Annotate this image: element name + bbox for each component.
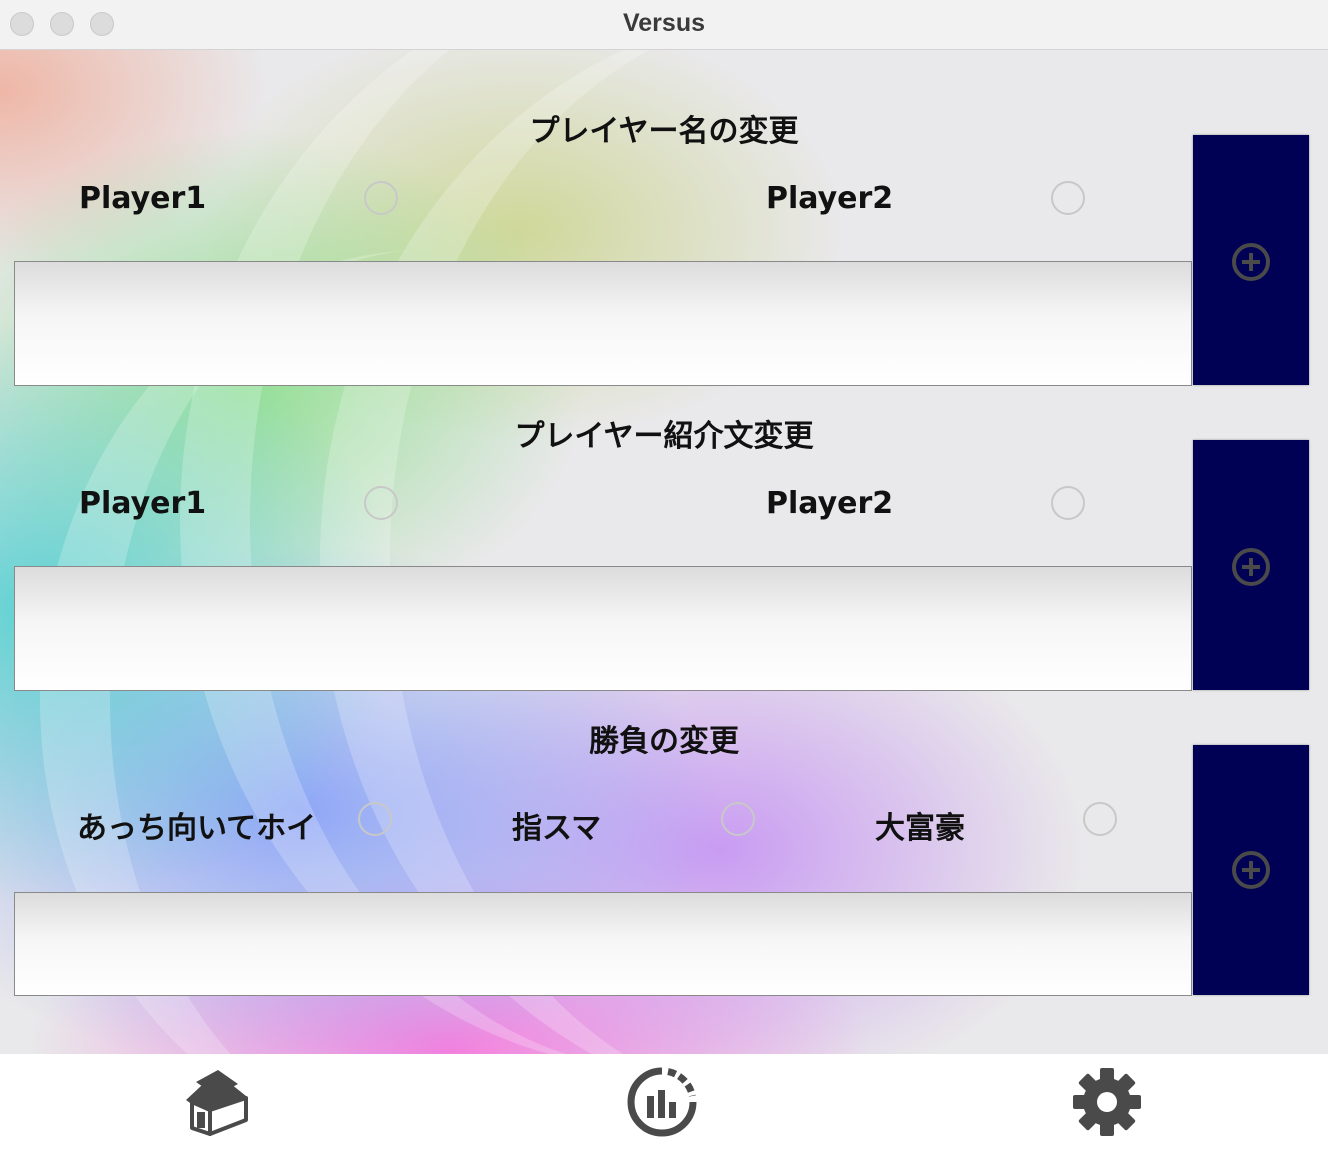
tab-stats[interactable]	[626, 1066, 698, 1142]
section-heading-player-name: プレイヤー名の変更	[529, 114, 799, 149]
player-name-input[interactable]	[14, 261, 1192, 386]
radio-yubisuma[interactable]	[721, 802, 755, 836]
window-titlebar: Versus	[0, 0, 1328, 50]
option-label-player1: Player1	[79, 181, 207, 216]
section-heading-game: 勝負の変更	[589, 724, 739, 759]
tab-home[interactable]	[180, 1066, 252, 1142]
option-label-acchimuite-hoi: あっち向いてホイ	[77, 811, 317, 846]
player-intro-input[interactable]	[14, 566, 1192, 691]
add-game-button[interactable]	[1193, 745, 1309, 995]
option-label-player2: Player2	[766, 486, 894, 521]
radio-player1[interactable]	[364, 181, 398, 215]
radio-player2[interactable]	[1051, 181, 1085, 215]
radio-daifugo[interactable]	[1083, 802, 1117, 836]
option-label-player2: Player2	[766, 181, 894, 216]
chart-icon	[627, 1067, 697, 1137]
option-label-player1: Player1	[79, 486, 207, 521]
add-player-name-button[interactable]	[1193, 135, 1309, 385]
plus-circle-icon	[1232, 243, 1270, 281]
radio-acchimuite-hoi[interactable]	[358, 802, 392, 836]
window-title: Versus	[622, 9, 705, 37]
home-icon	[186, 1070, 248, 1136]
radio-player1[interactable]	[364, 486, 398, 520]
tab-settings[interactable]	[1071, 1066, 1143, 1142]
section-heading-player-intro: プレイヤー紹介文変更	[514, 419, 814, 454]
add-player-intro-button[interactable]	[1193, 440, 1309, 690]
game-input[interactable]	[14, 892, 1192, 996]
radio-player2[interactable]	[1051, 486, 1085, 520]
bottom-tab-bar	[0, 1054, 1328, 1149]
option-label-daifugo: 大富豪	[875, 811, 965, 846]
plus-circle-icon	[1232, 851, 1270, 889]
option-label-yubisuma: 指スマ	[512, 811, 602, 846]
plus-circle-icon	[1232, 548, 1270, 586]
gear-icon	[1073, 1068, 1141, 1136]
